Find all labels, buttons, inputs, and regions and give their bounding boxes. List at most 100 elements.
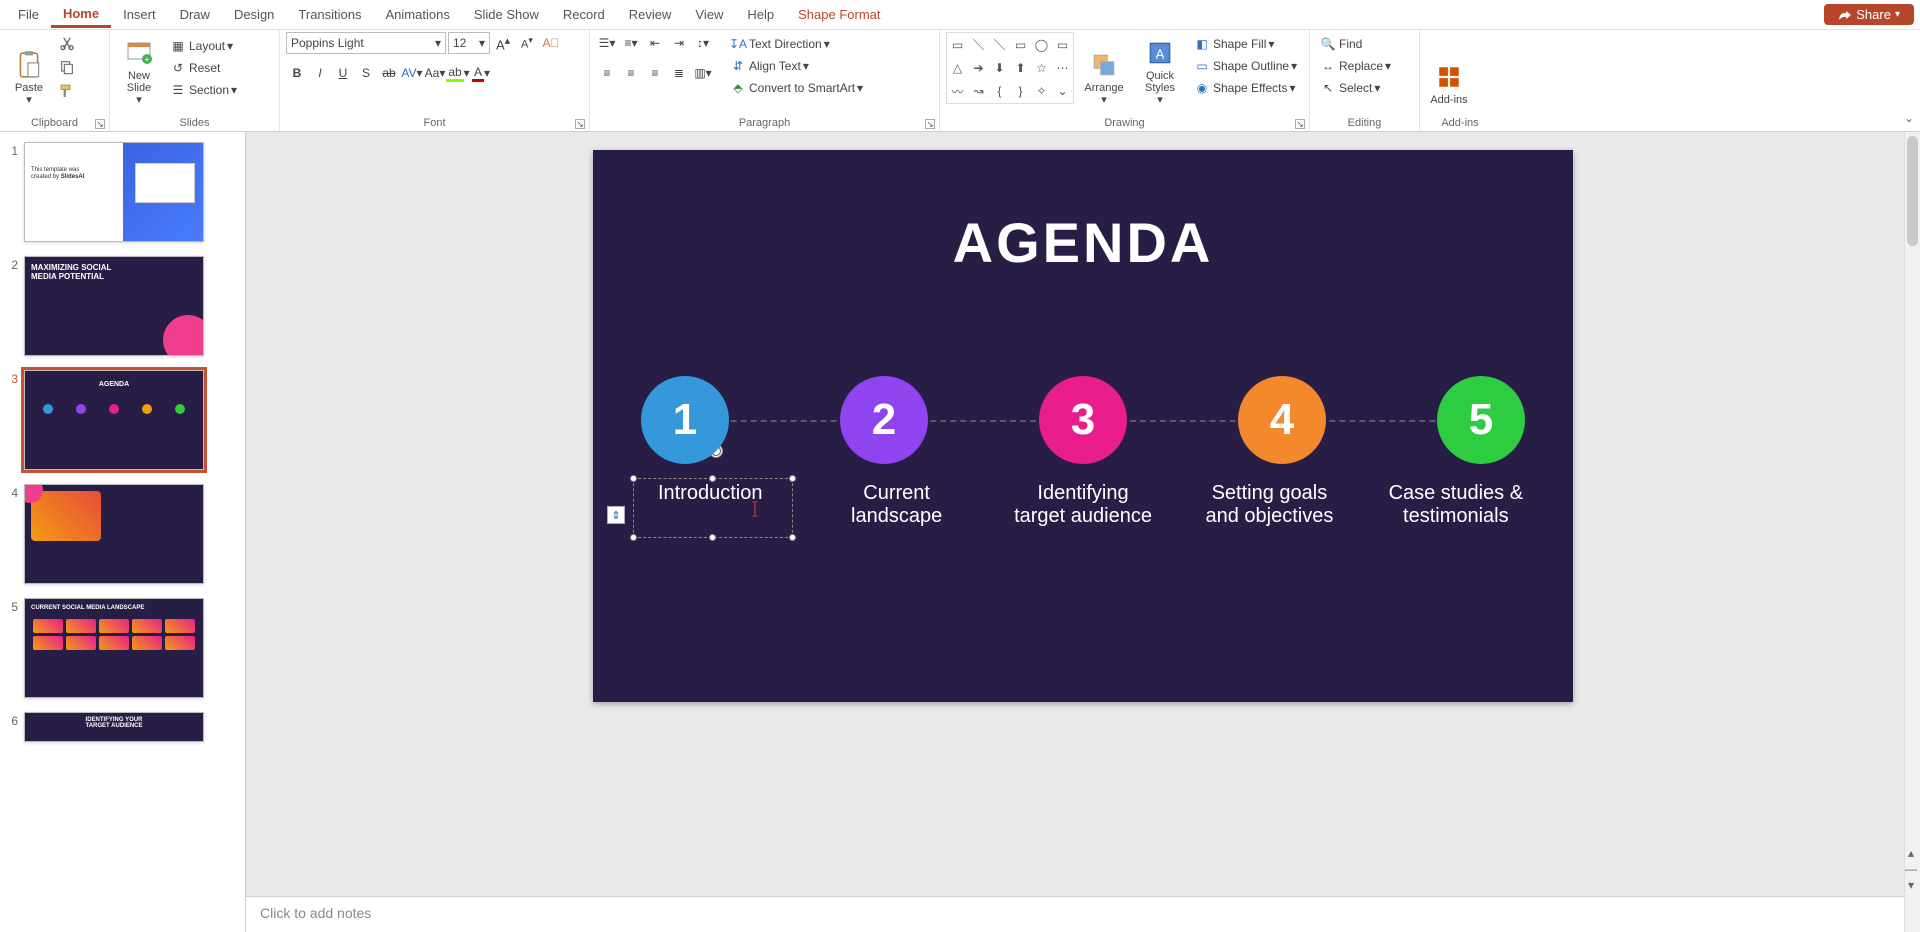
font-size-input[interactable]: 12▾	[448, 32, 490, 54]
find-button[interactable]: 🔍Find	[1316, 34, 1394, 54]
shrink-font-button[interactable]: A▾	[516, 32, 538, 54]
italic-button[interactable]: I	[309, 62, 331, 84]
bold-button[interactable]: B	[286, 62, 308, 84]
share-button[interactable]: Share ▾	[1824, 4, 1914, 25]
addins-button[interactable]: Add-ins	[1426, 32, 1472, 106]
char-spacing-button[interactable]: AV▾	[401, 62, 423, 84]
highlight-button[interactable]: ab▾	[447, 62, 469, 84]
align-center-button[interactable]: ≡	[620, 62, 642, 84]
slide[interactable]: AGENDA 1 2 3 4 5 Introduction Currentlan…	[593, 150, 1573, 702]
copy-button[interactable]	[56, 56, 78, 78]
fit-up-icon[interactable]: ▴	[1908, 846, 1914, 860]
label-3[interactable]: Identifyingtarget audience	[990, 482, 1176, 528]
section-button[interactable]: ☰Section ▾	[166, 80, 240, 100]
reset-button[interactable]: ↺Reset	[166, 58, 240, 78]
menu-insert[interactable]: Insert	[111, 3, 168, 26]
menu-view[interactable]: View	[683, 3, 735, 26]
thumb-4[interactable]: 4	[4, 484, 241, 584]
columns-button[interactable]: ▥▾	[692, 62, 714, 84]
resize-handle-s[interactable]	[709, 534, 716, 541]
resize-handle-ne[interactable]	[789, 475, 796, 482]
resize-handle-n[interactable]	[709, 475, 716, 482]
label-4[interactable]: Setting goalsand objectives	[1176, 482, 1362, 528]
shape-fill-button[interactable]: ◧Shape Fill ▾	[1190, 34, 1300, 54]
dialog-launcher-icon[interactable]: ↘	[575, 119, 585, 129]
thumb-6[interactable]: 6 IDENTIFYING YOURTARGET AUDIENCE	[4, 712, 241, 742]
new-slide-button[interactable]: + New Slide▾	[116, 32, 162, 106]
bubble-4[interactable]: 4	[1238, 376, 1326, 464]
select-button[interactable]: ↖Select ▾	[1316, 78, 1394, 98]
agenda-bubbles: 1 2 3 4 5	[641, 380, 1525, 460]
thumb-1[interactable]: 1 This template wascreated by SlidesAI	[4, 142, 241, 242]
menu-animations[interactable]: Animations	[374, 3, 462, 26]
notes-pane[interactable]: Click to add notes	[246, 896, 1920, 932]
format-painter-button[interactable]	[56, 80, 78, 102]
resize-handle-nw[interactable]	[630, 475, 637, 482]
menu-transitions[interactable]: Transitions	[286, 3, 373, 26]
paste-button[interactable]: Paste▾	[6, 32, 52, 106]
menu-design[interactable]: Design	[222, 3, 286, 26]
scroll-thumb[interactable]	[1907, 136, 1918, 246]
menu-record[interactable]: Record	[551, 3, 617, 26]
menu-draw[interactable]: Draw	[168, 3, 222, 26]
cut-button[interactable]	[56, 32, 78, 54]
selection-box[interactable]	[633, 478, 793, 538]
menu-slideshow[interactable]: Slide Show	[462, 3, 551, 26]
decrease-indent-button[interactable]: ⇤	[644, 32, 666, 54]
dialog-launcher-icon[interactable]: ↘	[1295, 119, 1305, 129]
label-5[interactable]: Case studies &testimonials	[1363, 482, 1549, 528]
align-left-button[interactable]: ≡	[596, 62, 618, 84]
vertical-scrollbar[interactable]	[1904, 132, 1920, 932]
bullets-button[interactable]: ☰▾	[596, 32, 618, 54]
numbering-button[interactable]: ≡▾	[620, 32, 642, 54]
align-text-button[interactable]: ⇵Align Text ▾	[726, 56, 866, 76]
canvas[interactable]: AGENDA 1 2 3 4 5 Introduction Currentlan…	[246, 132, 1920, 896]
thumb-number: 2	[4, 256, 18, 356]
menu-review[interactable]: Review	[617, 3, 684, 26]
dialog-launcher-icon[interactable]: ↘	[925, 119, 935, 129]
arrange-label: Arrange	[1084, 82, 1123, 94]
text-direction-button[interactable]: ↧AText Direction ▾	[726, 34, 866, 54]
grow-font-button[interactable]: A▴	[492, 32, 514, 54]
menu-shape-format[interactable]: Shape Format	[786, 3, 892, 26]
resize-handle-sw[interactable]	[630, 534, 637, 541]
bubble-3[interactable]: 3	[1039, 376, 1127, 464]
align-right-button[interactable]: ≡	[644, 62, 666, 84]
label-2[interactable]: Currentlandscape	[803, 482, 989, 528]
dialog-launcher-icon[interactable]: ↘	[95, 119, 105, 129]
justify-button[interactable]: ≣	[668, 62, 690, 84]
font-name-input[interactable]: Poppins Light▾	[286, 32, 446, 54]
menu-home[interactable]: Home	[51, 2, 111, 28]
layout-button[interactable]: ▦Layout ▾	[166, 36, 240, 56]
thumb-2[interactable]: 2 MAXIMIZING SOCIALMEDIA POTENTIAL	[4, 256, 241, 356]
menu-file[interactable]: File	[6, 3, 51, 26]
quick-styles-button[interactable]: A Quick Styles▾	[1134, 32, 1186, 106]
menu-help[interactable]: Help	[735, 3, 786, 26]
autofit-options-button[interactable]: ⇕	[607, 506, 625, 524]
replace-button[interactable]: ↔Replace ▾	[1316, 56, 1394, 76]
change-case-button[interactable]: Aa▾	[424, 62, 446, 84]
strikethrough-button[interactable]: ab	[378, 62, 400, 84]
resize-handle-se[interactable]	[789, 534, 796, 541]
fit-down-icon[interactable]: ▾	[1908, 878, 1914, 892]
bubble-2[interactable]: 2	[840, 376, 928, 464]
bubble-5[interactable]: 5	[1437, 376, 1525, 464]
group-label-drawing: Drawing↘	[946, 117, 1303, 131]
clear-format-button[interactable]: A⃠	[540, 32, 562, 54]
arrange-button[interactable]: Arrange▾	[1078, 32, 1130, 106]
collapse-ribbon-button[interactable]: ⌄	[1904, 111, 1914, 125]
thumb-5[interactable]: 5 CURRENT SOCIAL MEDIA LANDSCAPE	[4, 598, 241, 698]
line-spacing-button[interactable]: ↕▾	[692, 32, 714, 54]
slide-thumbnails[interactable]: 1 This template wascreated by SlidesAI 2…	[0, 132, 246, 932]
underline-button[interactable]: U	[332, 62, 354, 84]
thumb-3[interactable]: 3 AGENDA	[4, 370, 241, 470]
bubble-1[interactable]: 1	[641, 376, 729, 464]
increase-indent-button[interactable]: ⇥	[668, 32, 690, 54]
font-color-button[interactable]: A▾	[470, 62, 492, 84]
smartart-button[interactable]: ⬘Convert to SmartArt ▾	[726, 78, 866, 98]
shadow-button[interactable]: S	[355, 62, 377, 84]
shape-outline-button[interactable]: ▭Shape Outline ▾	[1190, 56, 1300, 76]
slide-title[interactable]: AGENDA	[593, 210, 1573, 275]
shape-gallery[interactable]: ▭＼＼▭◯▭ △➔⬇⬆☆⋯ 〰↝{}✧⌄	[946, 32, 1074, 104]
shape-effects-button[interactable]: ◉Shape Effects ▾	[1190, 78, 1300, 98]
